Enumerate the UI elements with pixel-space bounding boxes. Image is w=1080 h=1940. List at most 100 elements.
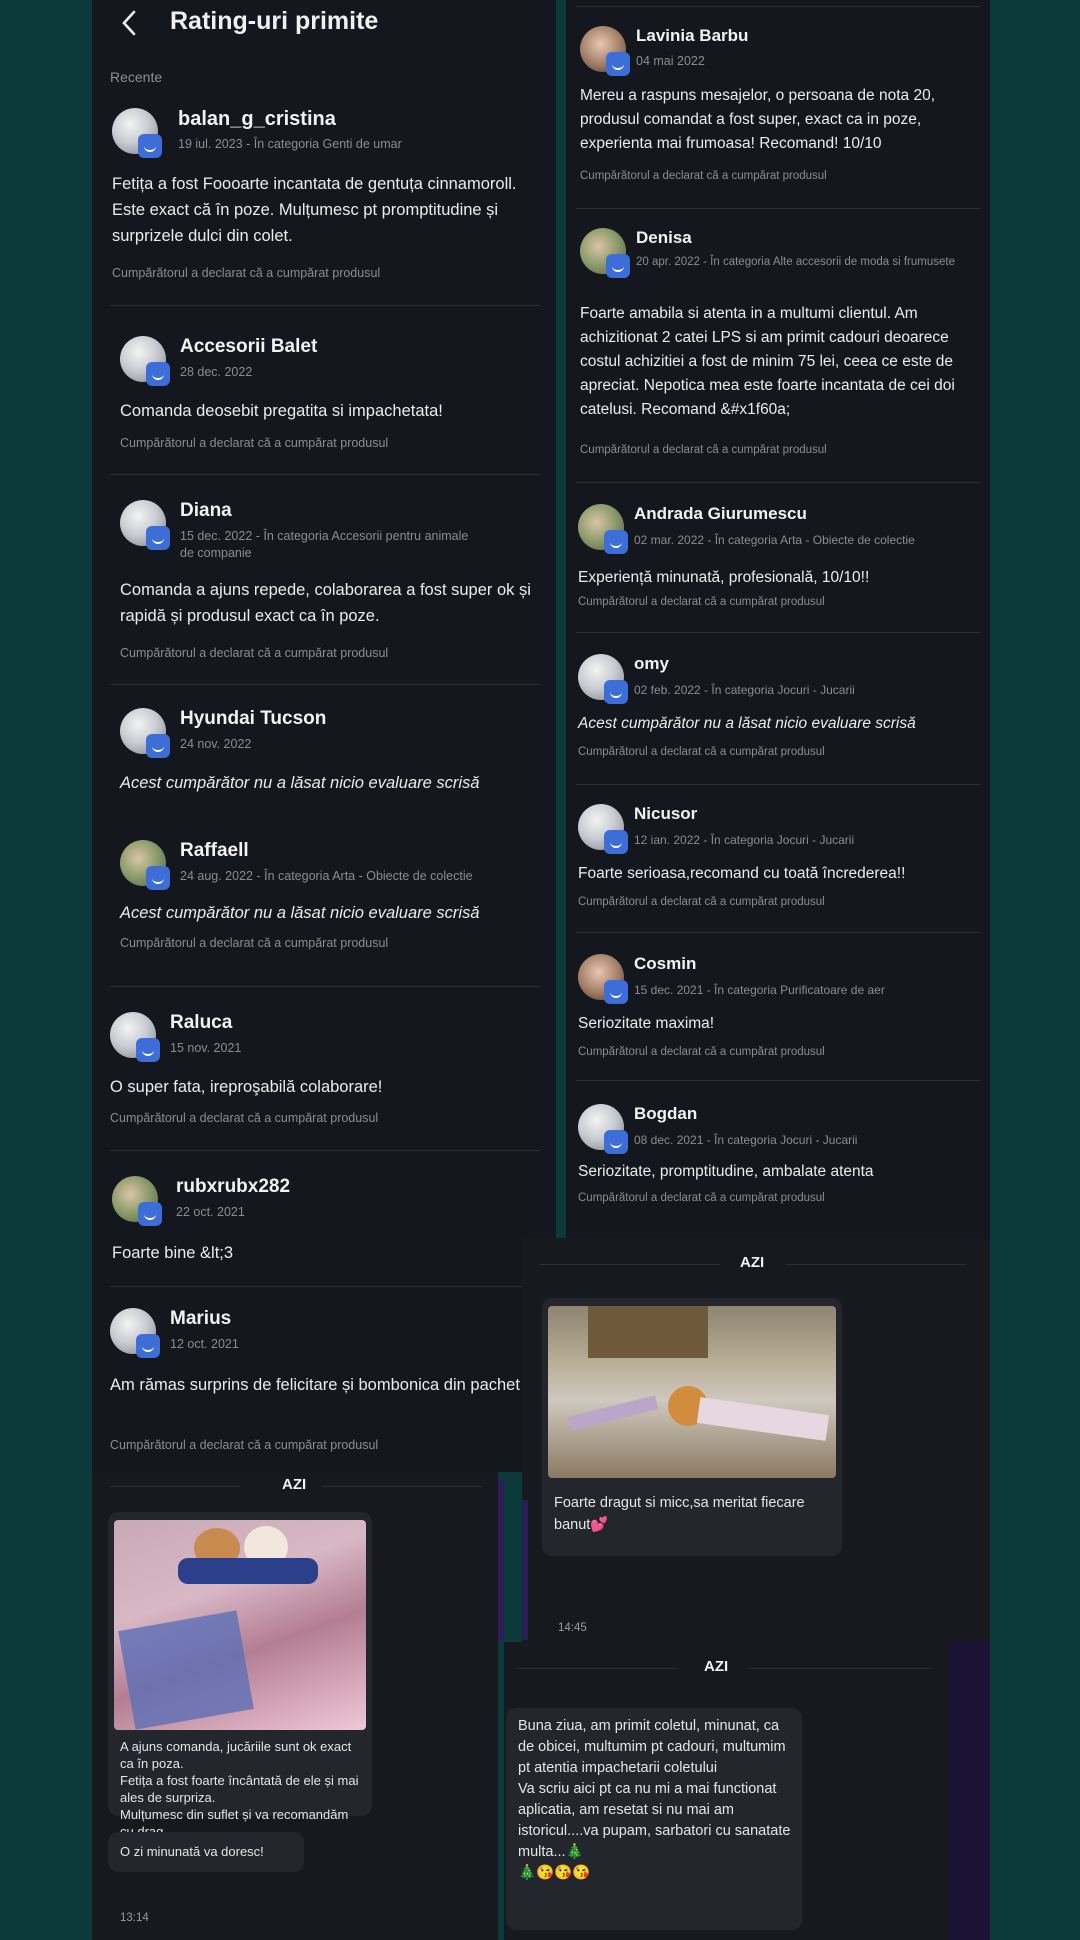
message-bubble: A ajuns comanda, jucăriile sunt ok exact…	[108, 1512, 372, 1839]
divider	[576, 482, 980, 483]
message-text: A ajuns comanda, jucăriile sunt ok exact…	[120, 1739, 359, 1839]
purple-strip	[522, 1500, 528, 1640]
reviewer-name: Accesorii Balet	[180, 336, 318, 357]
review-meta: 15 dec. 2021 - În categoria Purificatoar…	[634, 983, 885, 997]
review-footer: Cumpărătorul a declarat că a cumpărat pr…	[578, 1046, 825, 1058]
divider	[540, 1264, 720, 1265]
badge-icon	[604, 980, 628, 1004]
section-label: Recente	[110, 69, 163, 85]
reviewer-name: Marius	[170, 1308, 232, 1329]
review-meta: 12 ian. 2022 - În categoria Jocuri - Juc…	[634, 833, 855, 847]
page-title: Rating-uri primite	[170, 7, 379, 35]
review-footer: Cumpărătorul a declarat că a cumpărat pr…	[120, 436, 389, 450]
badge-icon	[604, 1130, 628, 1154]
reviewer-name: Bogdan	[634, 1104, 698, 1123]
message-photo	[548, 1306, 836, 1478]
divider	[110, 1286, 540, 1287]
badge-icon	[604, 680, 628, 704]
reviewer-name: Nicusor	[634, 804, 698, 823]
review-meta: 24 nov. 2022	[180, 737, 252, 751]
review-text: Comanda deosebit pregatita si impachetat…	[120, 402, 443, 420]
review-text: Seriozitate, promptitudine, ambalate ate…	[578, 1163, 874, 1180]
reviewer-name: rubxrubx282	[176, 1176, 291, 1197]
review-text: O super fata, ireproşabilă colaborare!	[110, 1078, 383, 1096]
badge-icon	[136, 1334, 160, 1358]
review-meta: 20 apr. 2022 - În categoria Alte accesor…	[636, 256, 955, 268]
chat-day-label: AZI	[740, 1254, 765, 1271]
chevron-left-icon	[122, 10, 136, 36]
divider	[576, 932, 980, 933]
divider	[576, 1080, 980, 1081]
divider	[576, 784, 980, 785]
review-text: Fetița a fost Foooarte incantata de gent…	[112, 175, 517, 245]
review-meta: 02 feb. 2022 - În categoria Jocuri - Juc…	[634, 683, 855, 697]
review-text: Acest cumpărător nu a lăsat nicio evalua…	[578, 715, 916, 732]
review-meta: 24 aug. 2022 - În categoria Arta - Obiec…	[180, 869, 473, 883]
divider	[786, 1264, 966, 1265]
review-meta: 12 oct. 2021	[170, 1337, 239, 1351]
reviewer-name: omy	[634, 654, 669, 673]
message-text: Foarte dragut si micc,sa meritat fiecare…	[554, 1495, 805, 1533]
review-text: Foarte amabila si atenta in a multumi cl…	[580, 305, 955, 418]
badge-icon	[146, 362, 170, 386]
reviewer-name: Raluca	[170, 1012, 233, 1033]
review-meta: 08 dec. 2021 - În categoria Jocuri - Juc…	[634, 1133, 858, 1147]
purple-strip	[498, 1480, 504, 1640]
review-text: Experiență minunată, profesională, 10/10…	[578, 569, 870, 586]
review-footer: Cumpărătorul a declarat că a cumpărat pr…	[580, 170, 827, 182]
review-text: Acest cumpărător nu a lăsat nicio evalua…	[120, 904, 480, 922]
message-text: O zi minunată va doresc!	[120, 1844, 264, 1859]
chat-screenshot-2: AZI Foarte dragut si micc,sa meritat fie…	[522, 1238, 990, 1642]
chat-screenshot-1: AZI A ajuns comanda, jucăriile sunt ok e…	[92, 1472, 498, 1940]
divider	[576, 632, 980, 633]
message-time: 14:45	[558, 1622, 587, 1634]
reviewer-name: Cosmin	[634, 954, 697, 973]
review-footer: Cumpărătorul a declarat că a cumpărat pr…	[578, 896, 825, 908]
message-time: 13:14	[120, 1912, 149, 1924]
badge-icon	[604, 830, 628, 854]
badge-icon	[606, 52, 630, 76]
divider	[110, 474, 540, 475]
message-bubble: Foarte dragut si micc,sa meritat fiecare…	[542, 1298, 842, 1556]
divider	[322, 1486, 482, 1487]
review-text: Am rămas surprins de felicitare și bombo…	[110, 1376, 520, 1394]
message-bubble: Buna ziua, am primit coletul, minunat, c…	[506, 1708, 802, 1930]
divider	[110, 684, 540, 685]
divider	[576, 208, 980, 209]
review-meta: 19 iul. 2023 - În categoria Genti de uma…	[178, 137, 402, 151]
review-footer: Cumpărătorul a declarat că a cumpărat pr…	[580, 444, 827, 456]
badge-icon	[146, 734, 170, 758]
review-meta: 22 oct. 2021	[176, 1205, 245, 1219]
review-meta: 15 nov. 2021	[170, 1041, 242, 1055]
review-text: Foarte bine &lt;3	[112, 1244, 234, 1262]
review-meta: 02 mar. 2022 - În categoria Arta - Obiec…	[634, 533, 915, 547]
badge-icon	[138, 1202, 162, 1226]
back-button[interactable]	[118, 8, 140, 38]
review-footer: Cumpărătorul a declarat că a cumpărat pr…	[120, 936, 389, 950]
divider	[110, 305, 540, 306]
badge-icon	[146, 526, 170, 550]
message-text: Buna ziua, am primit coletul, minunat, c…	[518, 1718, 791, 1881]
message-photo	[114, 1520, 366, 1730]
chat-screenshot-3: AZI Buna ziua, am primit coletul, minuna…	[504, 1642, 950, 1940]
review-footer: Cumpărătorul a declarat că a cumpărat pr…	[578, 1192, 825, 1204]
review-text: Comanda a ajuns repede, colaborarea a fo…	[120, 581, 531, 625]
divider	[110, 1150, 540, 1151]
reviewer-name: Denisa	[636, 228, 692, 247]
reviewer-name: Hyundai Tucson	[180, 708, 327, 729]
chat-day-label: AZI	[282, 1476, 307, 1493]
review-footer: Cumpărătorul a declarat că a cumpărat pr…	[110, 1111, 379, 1125]
divider	[750, 1668, 930, 1669]
divider	[576, 6, 980, 7]
badge-icon	[146, 866, 170, 890]
reviewer-name: Lavinia Barbu	[636, 26, 749, 45]
message-bubble: O zi minunată va doresc!	[108, 1832, 304, 1872]
review-text: Foarte serioasa,recomand cu toată încred…	[578, 865, 906, 882]
review-footer: Cumpărătorul a declarat că a cumpărat pr…	[578, 746, 825, 758]
review-text: Seriozitate maxima!	[578, 1015, 715, 1032]
badge-icon	[138, 134, 162, 158]
review-footer: Cumpărătorul a declarat că a cumpărat pr…	[120, 646, 389, 660]
review-meta: 28 dec. 2022	[180, 365, 253, 379]
chat-day-label: AZI	[704, 1658, 729, 1675]
divider	[518, 1668, 678, 1669]
